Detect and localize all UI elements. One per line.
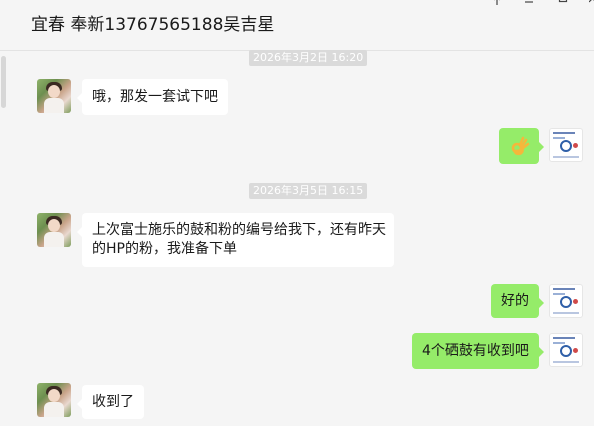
timestamp: 2026年3月2日 16:20 xyxy=(249,50,368,66)
message-bubble-outgoing[interactable]: 好的 xyxy=(491,284,544,318)
timestamp: 2026年3月5日 16:15 xyxy=(249,183,368,199)
maximize-icon[interactable] xyxy=(556,0,570,8)
contact-avatar[interactable] xyxy=(37,79,71,113)
chat-title: 宜春 奉新13767565188吴吉星 xyxy=(31,15,275,35)
chat-scrollbar[interactable] xyxy=(0,50,7,426)
message-text-line: 的HP的粉，我准备下单 xyxy=(92,241,237,257)
contact-avatar[interactable] xyxy=(37,383,71,417)
my-avatar[interactable] xyxy=(549,284,583,318)
my-avatar[interactable] xyxy=(549,333,583,367)
message-bubble-incoming[interactable]: 哦，那发一套试下吧 xyxy=(77,79,228,115)
my-avatar[interactable] xyxy=(549,128,583,162)
message-bubble-outgoing[interactable] xyxy=(499,128,544,164)
message-text-line: 上次富士施乐的鼓和粉的编号给我下，还有昨天 xyxy=(92,222,386,238)
chat-header: 宜春 奉新13767565188吴吉星 xyxy=(0,0,594,51)
contact-avatar[interactable] xyxy=(37,213,71,247)
message-bubble-incoming[interactable]: 上次富士施乐的鼓和粉的编号给我下，还有昨天 的HP的粉，我准备下单 xyxy=(77,213,394,267)
ok-hand-emoji-icon xyxy=(511,136,530,156)
scroll-thumb[interactable] xyxy=(1,56,6,108)
message-bubble-outgoing[interactable]: 4个硒鼓有收到吧 xyxy=(412,333,544,369)
minimize-icon[interactable] xyxy=(522,0,536,8)
close-icon[interactable] xyxy=(586,0,594,8)
pin-icon[interactable] xyxy=(490,0,504,8)
message-bubble-incoming[interactable]: 收到了 xyxy=(77,385,144,419)
